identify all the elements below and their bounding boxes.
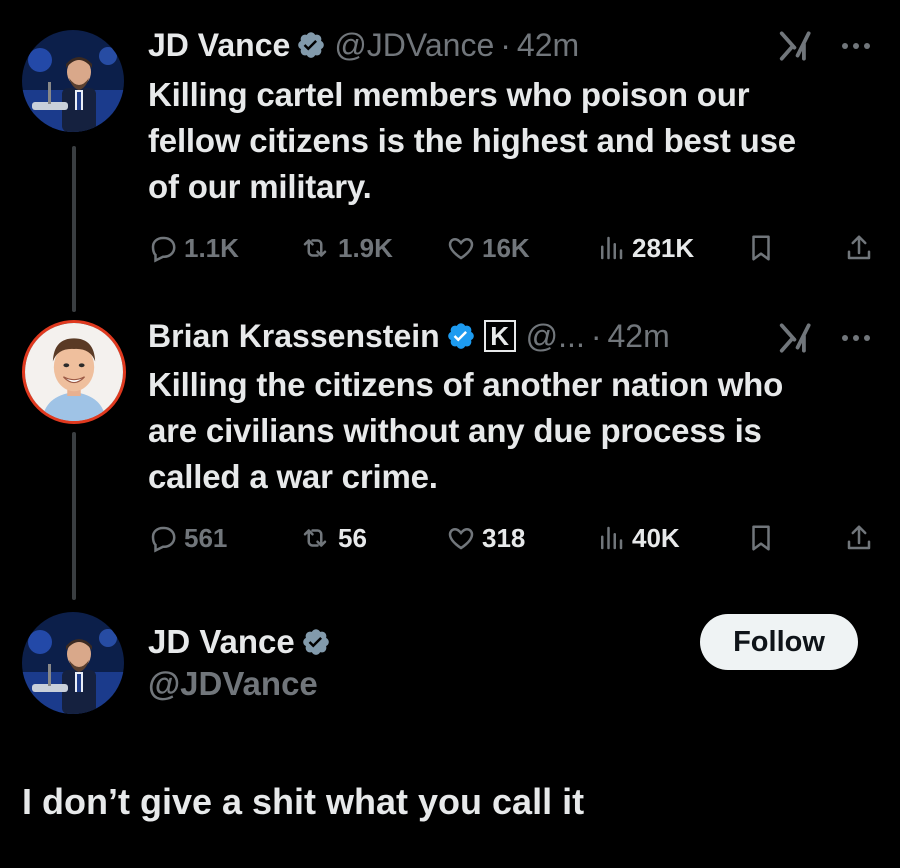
author-handle[interactable]: @JDVance <box>334 27 494 64</box>
tweet-text-line: of our military. <box>148 168 372 205</box>
repost-button[interactable]: 56 <box>298 518 367 558</box>
bookmark-icon <box>752 235 770 261</box>
more-options-icon[interactable] <box>836 28 876 64</box>
author-name[interactable]: Brian Krassenstein <box>148 318 440 355</box>
repost-button[interactable]: 1.9K <box>298 228 393 268</box>
reply-count: 561 <box>184 523 228 553</box>
share-button[interactable] <box>844 228 880 268</box>
views-button[interactable]: 40K <box>596 518 680 558</box>
bookmark-icon <box>752 525 770 551</box>
tweet-2-text: Killing the citizens of another nation w… <box>148 362 878 500</box>
separator-dot: · <box>590 317 602 354</box>
avatar-jd-vance-reply[interactable] <box>22 612 124 714</box>
reply-button[interactable]: 561 <box>148 518 227 558</box>
like-button[interactable]: 16K <box>446 228 530 268</box>
verified-badge-icon <box>301 627 331 657</box>
tweet-text-line: Killing the citizens of another nation w… <box>148 366 784 403</box>
view-count: 281K <box>632 233 695 263</box>
analytics-icon <box>601 526 623 550</box>
reply-icon <box>151 236 176 263</box>
tweet-1-text: Killing cartel members who poison our fe… <box>148 72 878 210</box>
repost-icon <box>303 529 327 547</box>
like-count: 16K <box>482 233 530 263</box>
tweet-2-header: Brian Krassenstein K @... · 42m <box>148 316 670 356</box>
reply-icon <box>151 526 176 553</box>
thread-line-1 <box>72 146 76 312</box>
reply-count: 1.1K <box>184 233 239 263</box>
analytics-icon <box>601 236 623 260</box>
separator-dot: · <box>500 26 511 63</box>
tweet-text-line: Killing cartel members who poison our <box>148 76 750 113</box>
heart-icon <box>448 527 474 550</box>
bookmark-button[interactable] <box>746 518 782 558</box>
repost-count: 1.9K <box>338 233 393 263</box>
heart-icon <box>448 237 474 260</box>
like-button[interactable]: 318 <box>446 518 525 558</box>
views-button[interactable]: 281K <box>596 228 694 268</box>
timestamp[interactable]: 42m <box>517 27 579 64</box>
repost-icon <box>303 239 327 257</box>
share-button[interactable] <box>844 518 880 558</box>
verified-badge-icon <box>446 321 476 351</box>
grok-icon[interactable] <box>776 26 816 66</box>
share-icon <box>847 235 871 260</box>
tweet-text-line: are civilians without any due process is <box>148 412 762 449</box>
view-count: 40K <box>632 523 680 553</box>
timestamp[interactable]: 42m <box>607 318 669 355</box>
author-name[interactable]: JD Vance <box>148 623 295 661</box>
reply-author-row: JD Vance <box>148 620 339 664</box>
grok-icon[interactable] <box>776 318 816 358</box>
repost-count: 56 <box>338 523 367 553</box>
bookmark-button[interactable] <box>746 228 782 268</box>
avatar-jd-vance[interactable] <box>22 30 124 132</box>
tweet-text-line: fellow citizens is the highest and best … <box>148 122 796 159</box>
tweet-1-header: JD Vance @JDVance · 42m <box>148 25 579 65</box>
share-icon <box>847 525 871 550</box>
author-handle[interactable]: @JDVance <box>148 665 318 703</box>
verified-badge-icon <box>296 30 326 60</box>
follow-button[interactable]: Follow <box>700 614 858 670</box>
affiliate-badge[interactable]: K <box>483 320 516 352</box>
tweet-1-actions: 1.1K 1.9K 16K 281K <box>148 228 878 268</box>
more-options-icon[interactable] <box>836 320 876 356</box>
thread-line-2 <box>72 432 76 600</box>
reply-text: I don’t give a shit what you call it <box>22 781 585 822</box>
author-handle[interactable]: @... <box>526 318 585 355</box>
tweet-2-actions: 561 56 318 40K <box>148 518 878 558</box>
author-name[interactable]: JD Vance <box>148 27 290 64</box>
reply-button[interactable]: 1.1K <box>148 228 239 268</box>
avatar-brian-krassenstein[interactable] <box>22 320 126 424</box>
like-count: 318 <box>482 523 526 553</box>
tweet-text-line: called a war crime. <box>148 458 438 495</box>
